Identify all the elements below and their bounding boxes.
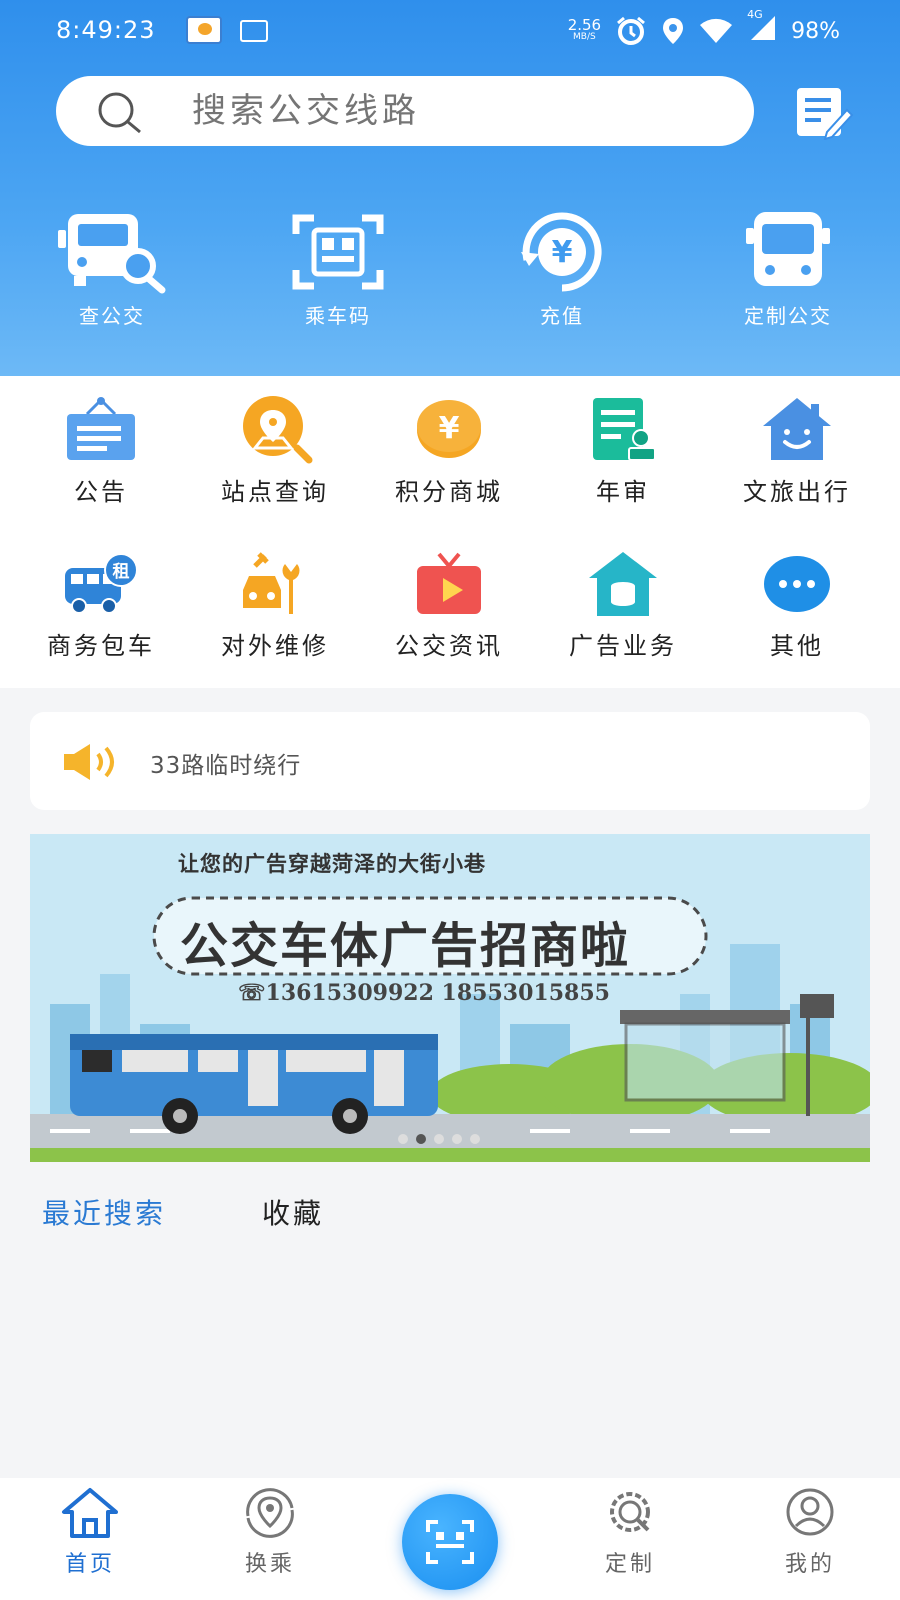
service-label: 年审: [596, 478, 650, 506]
settings-bus-icon: [610, 1492, 650, 1532]
status-right: 2.56 MB/S 4G 98%: [567, 8, 840, 48]
document-stamp-icon: [593, 398, 656, 461]
service-label: 文旅出行: [743, 478, 851, 506]
more-dots-icon: [764, 556, 830, 612]
status-bar: 8:49:23 2.56 MB/S 4G 98%: [0, 0, 900, 62]
smile-house-icon: [763, 398, 831, 460]
top-nav-label: 查公交: [79, 304, 145, 328]
battery-level: 98%: [791, 18, 840, 44]
svg-text:租: 租: [113, 561, 130, 582]
rental-bus-icon: 租: [65, 553, 138, 614]
service-label: 商务包车: [47, 632, 155, 660]
wrench-car-icon: [243, 552, 300, 614]
edit-note-icon[interactable]: [793, 84, 855, 140]
home-icon: [62, 1488, 118, 1538]
scan-icon: [426, 1520, 474, 1564]
net-speed: 2.56 MB/S: [567, 16, 602, 43]
wifi-icon: [700, 18, 733, 43]
top-nav-label: 充值: [540, 304, 584, 328]
service-business-charter[interactable]: 租 商务包车: [16, 550, 186, 661]
bus-icon: [746, 212, 830, 286]
pagination-dot-active: [416, 1134, 426, 1144]
service-ad-business[interactable]: 广告业务: [538, 550, 708, 661]
image-notification-icon: [240, 20, 268, 42]
service-grid: 公告 站点查询 ¥ 积分商城 年审 文旅出行 租 商务包车 对外维修 公交资讯 …: [0, 376, 900, 688]
service-cultural-travel[interactable]: 文旅出行: [712, 396, 882, 507]
service-label: 公告: [74, 478, 128, 506]
recharge-yen-icon: ¥: [521, 212, 602, 292]
notice-bar[interactable]: 33路临时绕行: [30, 712, 870, 810]
top-nav-label: 乘车码: [305, 304, 371, 328]
service-other[interactable]: 其他: [712, 550, 882, 661]
scan-button[interactable]: [402, 1494, 498, 1590]
service-label: 站点查询: [221, 478, 329, 506]
signal-icon: 4G: [747, 8, 777, 48]
service-label: 对外维修: [221, 632, 329, 660]
alarm-icon: [617, 16, 646, 45]
top-nav-recharge[interactable]: ¥ 充值: [482, 210, 642, 329]
pagination-dot: [434, 1134, 444, 1144]
app-notification-icon: [186, 16, 222, 44]
search-bar[interactable]: [56, 76, 754, 146]
profile-icon: [786, 1488, 834, 1536]
qr-code-icon: [292, 214, 384, 290]
svg-text:¥: ¥: [552, 235, 573, 270]
nav-transfer[interactable]: 换乘: [210, 1486, 330, 1578]
speaker-icon: [64, 744, 114, 780]
notice-text: 33路临时绕行: [150, 753, 302, 779]
banner-title: 公交车体广告招商啦: [180, 918, 631, 974]
pagination-dot: [470, 1134, 480, 1144]
nav-label: 换乘: [244, 1552, 295, 1577]
top-nav-custom-bus[interactable]: 定制公交: [708, 210, 868, 329]
service-label: 广告业务: [569, 632, 677, 660]
location-search-icon: [243, 396, 313, 464]
service-stop-query[interactable]: 站点查询: [190, 396, 360, 507]
status-time: 8:49:23: [56, 16, 156, 44]
service-label: 积分商城: [395, 478, 503, 506]
service-notice[interactable]: 公告: [16, 396, 186, 507]
transfer-icon: [246, 1488, 294, 1538]
house-coin-icon: [589, 552, 657, 616]
service-label: 公交资讯: [395, 632, 503, 660]
banner-subtitle: 让您的广告穿越菏泽的大街小巷: [178, 852, 486, 876]
bus-search-icon: [58, 214, 166, 294]
tab-favorites[interactable]: 收藏: [262, 1192, 324, 1232]
notice-board-icon: [67, 397, 135, 460]
nav-home[interactable]: 首页: [30, 1486, 150, 1578]
tab-recent-search[interactable]: 最近搜索: [42, 1192, 166, 1232]
search-input[interactable]: [192, 88, 712, 134]
service-points-mall[interactable]: ¥ 积分商城: [364, 396, 534, 507]
pagination-dot: [452, 1134, 462, 1144]
svg-text:¥: ¥: [439, 411, 460, 446]
yen-coin-icon: ¥: [417, 400, 481, 458]
nav-label: 我的: [784, 1552, 835, 1577]
header: 8:49:23 2.56 MB/S 4G 98% 搜索公交线路 查公交 乘车码 …: [0, 0, 900, 376]
service-bus-news[interactable]: 公交资讯: [364, 550, 534, 661]
top-nav-label: 定制公交: [744, 304, 832, 328]
tv-play-icon: [417, 552, 481, 614]
pagination-dot: [398, 1134, 408, 1144]
search-icon: [98, 92, 141, 134]
nav-mine[interactable]: 我的: [750, 1486, 870, 1578]
ad-banner[interactable]: 让您的广告穿越菏泽的大街小巷 公交车体广告招商啦 ☏13615309922 18…: [30, 834, 870, 1162]
nav-label: 首页: [64, 1552, 115, 1577]
nav-label: 定制: [604, 1552, 655, 1577]
service-label: 其他: [770, 632, 824, 660]
banner-pagination: [398, 1134, 480, 1144]
top-nav-bus-search[interactable]: 查公交: [32, 210, 192, 329]
banner-phone: ☏13615309922 18553015855: [238, 980, 610, 1006]
nav-custom[interactable]: 定制: [570, 1486, 690, 1578]
top-nav-ride-code[interactable]: 乘车码: [258, 210, 418, 329]
service-annual-review[interactable]: 年审: [538, 396, 708, 507]
location-icon: [663, 18, 684, 44]
service-external-repair[interactable]: 对外维修: [190, 550, 360, 661]
